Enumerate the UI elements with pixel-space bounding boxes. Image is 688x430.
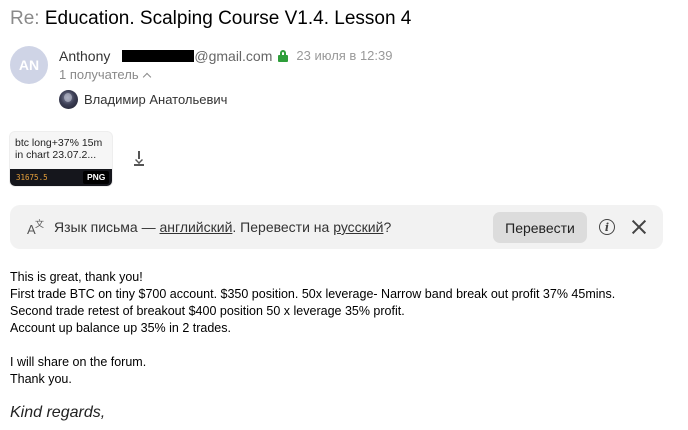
translate-button[interactable]: Перевести xyxy=(493,212,587,243)
email-subject: Re: Education. Scalping Course V1.4. Les… xyxy=(10,7,411,31)
file-type-badge: PNG xyxy=(83,171,110,184)
redacted-email xyxy=(122,50,195,62)
sender-line: Anthony @gmail.com 23 июля в 12:39 xyxy=(59,47,392,65)
email-body: This is great, thank you! First trade BT… xyxy=(10,269,615,388)
email-signoff: Kind regards, xyxy=(10,404,106,421)
translate-message: Язык письма — английский. Перевести на р… xyxy=(54,218,391,236)
body-line: Account up balance up 35% in 2 trades. xyxy=(10,321,231,335)
download-icon[interactable] xyxy=(133,151,145,166)
body-blank-line xyxy=(10,337,615,354)
sender-email-domain[interactable]: @gmail.com xyxy=(194,47,272,65)
svg-text:文: 文 xyxy=(35,218,44,230)
subject-title: Education. Scalping Course V1.4. Lesson … xyxy=(44,8,412,29)
translate-text-after: ? xyxy=(383,219,392,235)
recipients-summary: 1 получатель xyxy=(59,67,139,82)
thumbnail-price: 31675.5 xyxy=(16,173,48,182)
body-line: This is great, thank you! xyxy=(10,270,143,284)
translate-text-before: Язык письма — xyxy=(54,219,160,235)
body-line: Second trade retest of breakout $400 pos… xyxy=(10,304,405,318)
subject-prefix: Re: xyxy=(10,8,40,29)
source-language-link[interactable]: английский xyxy=(160,219,233,235)
translate-icon: A 文 xyxy=(27,218,44,237)
body-line: I will share on the forum. xyxy=(10,355,147,369)
attachment-thumbnail: 31675.5 PNG xyxy=(10,169,112,186)
chevron-up-icon xyxy=(142,72,151,81)
attachment-card[interactable]: btc long+37% 15m in chart 23.07.2... 316… xyxy=(10,132,112,186)
body-line: Thank you. xyxy=(10,372,72,386)
email-date: 23 июля в 12:39 xyxy=(296,48,393,63)
sender-avatar[interactable]: AN xyxy=(10,46,48,84)
translate-bar: A 文 Язык письма — английский. Перевести … xyxy=(10,205,663,249)
recipient-avatar xyxy=(59,89,78,109)
recipient-chip[interactable]: Владимир Анатольевич xyxy=(59,89,227,109)
translate-text-middle: . Перевести на xyxy=(232,219,334,235)
recipient-name: Владимир Анатольевич xyxy=(84,91,228,107)
target-language-link[interactable]: русский xyxy=(333,219,383,235)
info-icon[interactable]: i xyxy=(599,219,615,235)
sender-name[interactable]: Anthony xyxy=(59,47,110,65)
lock-icon xyxy=(278,50,289,62)
attachment-name: btc long+37% 15m in chart 23.07.2... xyxy=(15,137,103,161)
recipients-toggle[interactable]: 1 получатель xyxy=(59,67,151,83)
body-line: First trade BTC on tiny $700 account. $3… xyxy=(10,287,616,301)
close-icon[interactable] xyxy=(630,218,648,236)
